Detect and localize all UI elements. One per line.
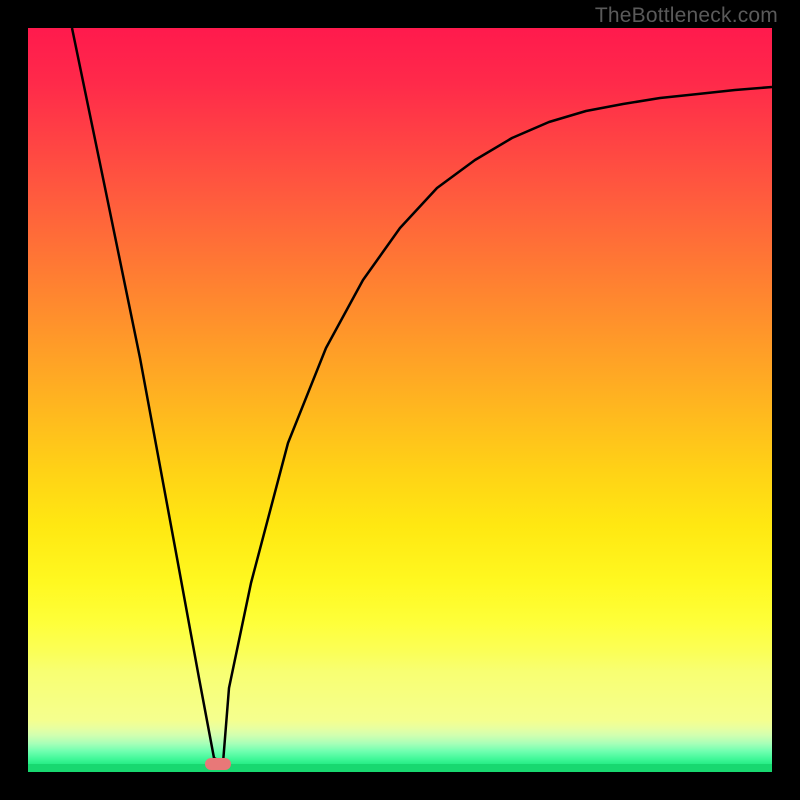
minimum-marker [205,758,231,770]
curve-svg [28,28,772,772]
bottleneck-curve-path [72,28,772,763]
curve-group [72,28,772,770]
chart-plot-area [28,28,772,772]
watermark-text: TheBottleneck.com [595,4,778,28]
